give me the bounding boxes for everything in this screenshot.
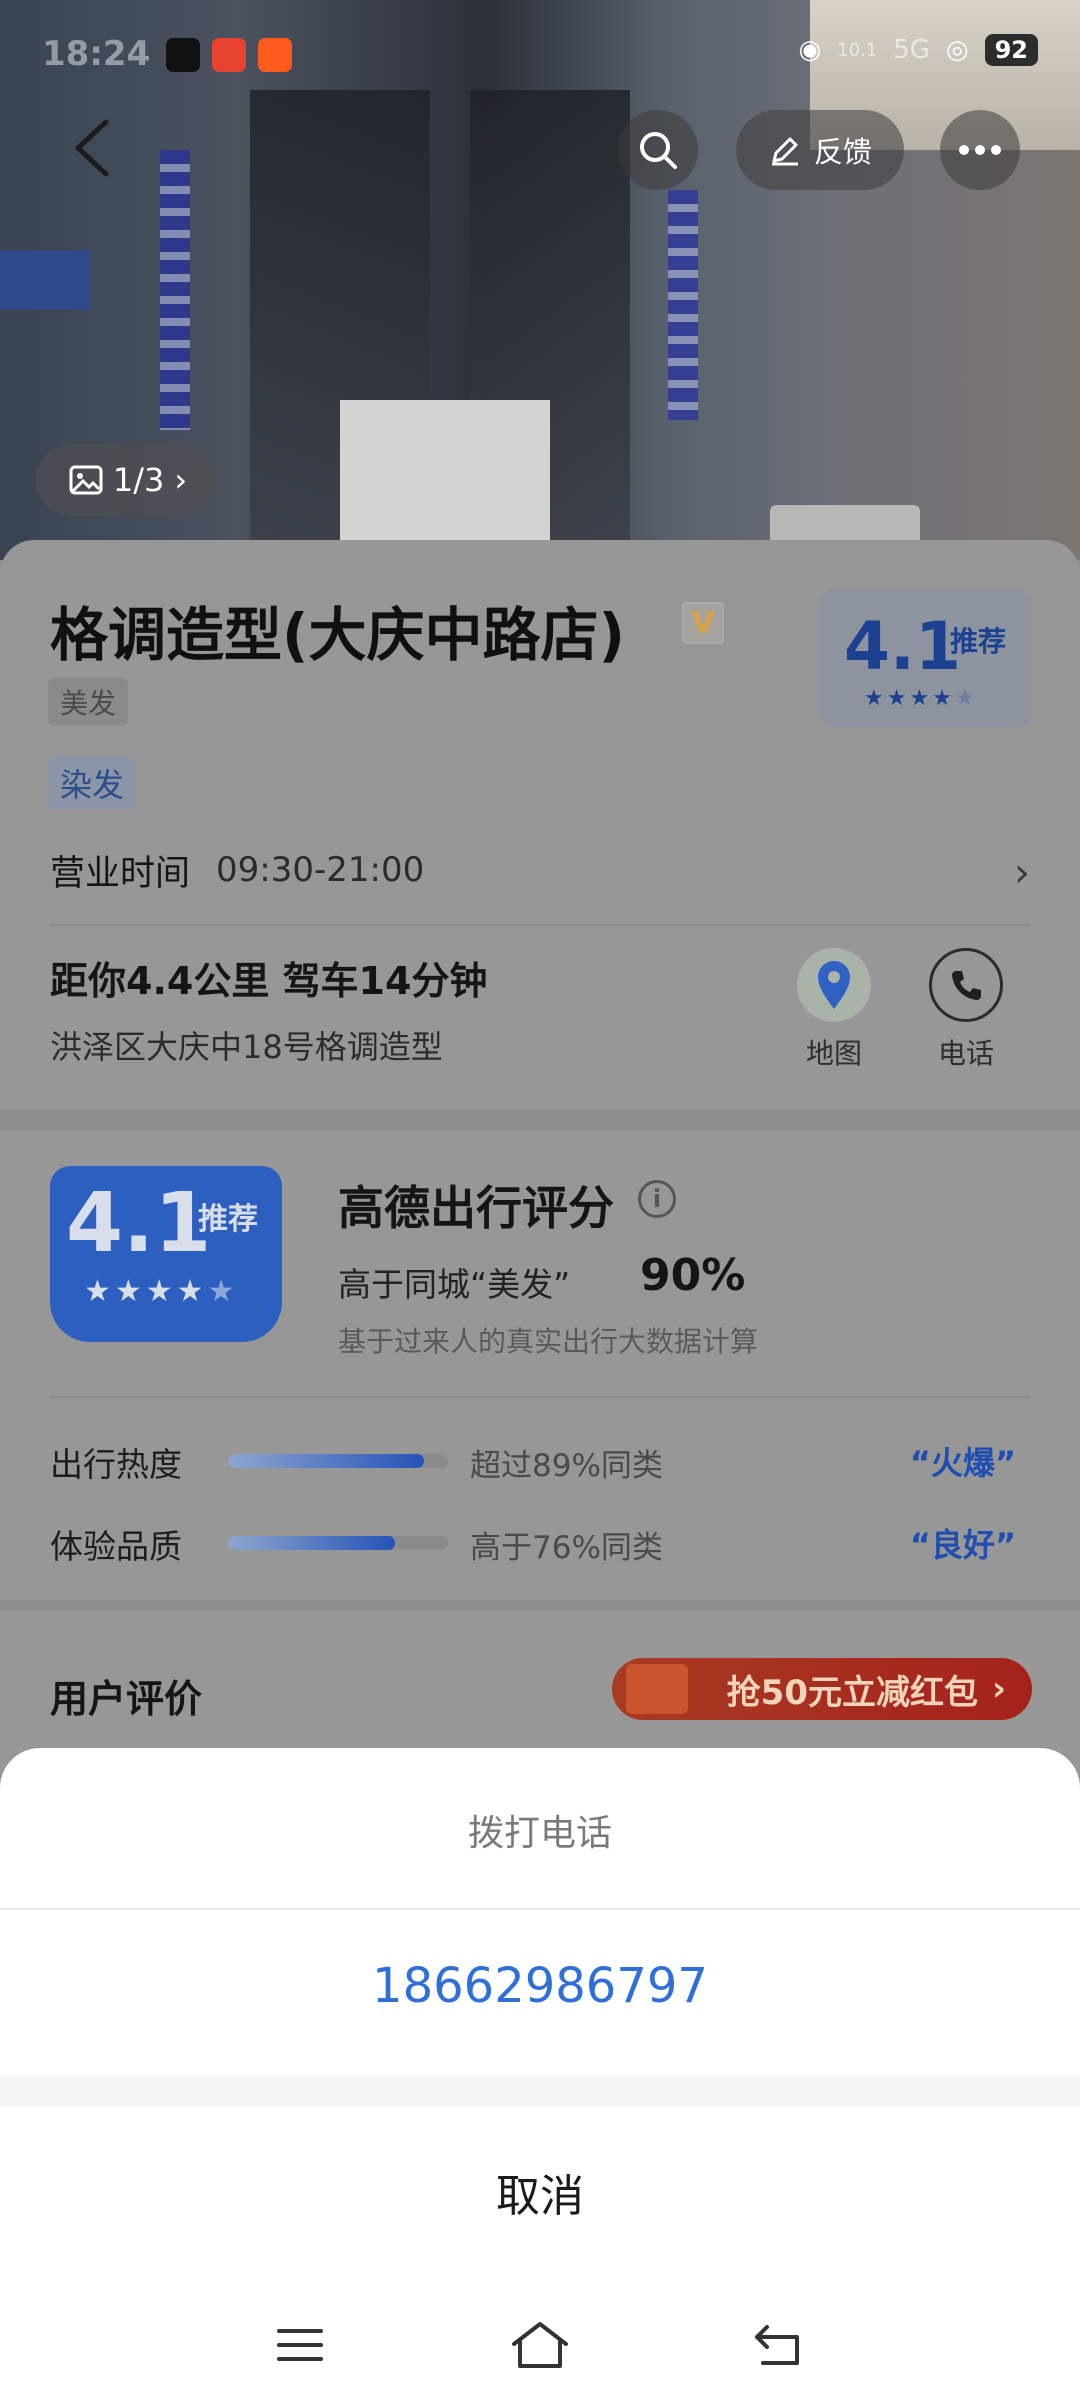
rating-compare-text: 高于同城“美发” — [338, 1265, 571, 1304]
shop-info-card: 格调造型(大庆中路店) V 美发 染发 4.1 推荐 ★★★★★ 营业时间 09… — [0, 540, 1080, 1110]
metric-progress-bar — [228, 1454, 448, 1468]
shop-address[interactable]: 洪泽区大庆中18号格调造型 — [50, 1022, 443, 1068]
home-nav-button[interactable] — [505, 2310, 575, 2380]
chevron-left-icon — [75, 119, 109, 177]
vip-badge-icon: V — [682, 602, 724, 644]
rating-shield-badge: 4.1 推荐 ★★★★★ — [50, 1166, 282, 1342]
phone-button[interactable]: 电话 — [921, 948, 1011, 1072]
search-button[interactable] — [618, 110, 698, 190]
back-nav-button[interactable] — [745, 2310, 815, 2380]
metric-progress-bar — [228, 1536, 448, 1550]
rating-score-label: 推荐 — [198, 1202, 258, 1237]
call-action-sheet: 拨打电话 18662986797 取消 — [0, 1748, 1080, 2400]
more-button[interactable] — [940, 110, 1020, 190]
metric-label: 出行热度 — [50, 1445, 182, 1484]
metric-level: “良好” — [909, 1526, 1016, 1564]
cancel-button[interactable]: 取消 — [0, 2160, 1080, 2224]
network-speed: 10.1 — [837, 39, 878, 61]
battery-indicator: 92 — [984, 34, 1038, 66]
coupon-text: 抢50元立减红包 — [726, 1672, 978, 1713]
sheet-title: 拨打电话 — [467, 1813, 612, 1854]
menu-icon — [277, 2329, 323, 2361]
hours-value: 09:30-21:00 — [216, 850, 425, 890]
shop-score: 4.1 — [844, 608, 961, 685]
hours-label: 营业时间 — [50, 853, 191, 894]
chevron-right-icon: › — [991, 1669, 1006, 1709]
divider — [50, 1396, 1030, 1398]
map-label: 地图 — [805, 1037, 862, 1070]
rating-title: 高德出行评分 — [338, 1181, 614, 1235]
back-button[interactable] — [62, 118, 122, 178]
system-nav-bar — [0, 2300, 1080, 2390]
star-rating-icon: ★★★★★ — [84, 1274, 239, 1309]
metric-text: 高于76%同类 — [470, 1530, 663, 1566]
photo-barber-pole — [160, 150, 190, 430]
star-rating-icon: ★★★★★ — [864, 686, 978, 711]
metric-level: “火爆” — [909, 1444, 1016, 1482]
wifi-icon: ◎ — [945, 35, 969, 65]
rating-compare-pct: 90% — [640, 1250, 746, 1301]
image-icon — [69, 465, 103, 495]
map-pin-icon — [797, 948, 871, 1022]
back-arrow-icon — [755, 2325, 799, 2365]
rating-section: 4.1 推荐 ★★★★★ 高德出行评分 i 高于同城“美发” 90% 基于过来人… — [0, 1130, 1080, 1600]
rating-note: 基于过来人的真实出行大数据计算 — [338, 1325, 759, 1358]
info-icon[interactable]: i — [638, 1180, 676, 1218]
shopping-app-icon — [212, 38, 246, 72]
map-button[interactable]: 地图 — [789, 948, 879, 1072]
photo-barber-pole — [668, 190, 698, 420]
metric-row-heat: 出行热度 超过89%同类 “火爆” — [50, 1432, 1030, 1484]
coupon-banner[interactable]: 抢50元立减红包 › — [612, 1658, 1032, 1720]
taobao-app-icon — [258, 38, 292, 72]
metric-text: 超过89%同类 — [470, 1448, 663, 1484]
chevron-right-icon: › — [1014, 850, 1030, 896]
location-icon: ◉ — [798, 35, 822, 65]
menu-nav-button[interactable] — [265, 2310, 335, 2380]
photo-counter-text: 1/3 — [112, 461, 165, 499]
status-bar: 18:24 ◉ 10.1 5G ◎ 92 — [0, 0, 1080, 105]
divider — [50, 924, 1030, 926]
service-tag[interactable]: 染发 — [48, 756, 137, 810]
status-time: 18:24 — [42, 34, 151, 74]
shop-score-label: 推荐 — [950, 625, 1007, 658]
tiktok-app-icon — [166, 38, 200, 72]
feedback-button[interactable]: 反馈 — [736, 110, 904, 190]
feedback-label: 反馈 — [813, 135, 872, 169]
edit-icon — [771, 137, 798, 166]
metric-row-quality: 体验品质 高于76%同类 “良好” — [50, 1514, 1030, 1566]
status-right: ◉ 10.1 5G ◎ 92 — [798, 34, 1038, 66]
shop-score-box[interactable]: 4.1 推荐 ★★★★★ — [820, 588, 1032, 728]
signal-label: 5G — [893, 35, 930, 65]
reviews-title: 用户评价 — [50, 1677, 203, 1721]
shop-name: 格调造型(大庆中路店) — [50, 601, 626, 669]
phone-number-option[interactable]: 18662986797 — [0, 1958, 1080, 2014]
chevron-right-icon: › — [174, 461, 188, 499]
rating-score: 4.1 — [66, 1176, 212, 1271]
photo-counter-button[interactable]: 1/3 › — [36, 444, 220, 516]
distance-text: 距你4.4公里 驾车14分钟 — [50, 959, 488, 1003]
divider — [0, 1908, 1080, 1910]
photo-counter — [340, 400, 550, 540]
search-icon — [640, 132, 677, 169]
business-hours-row[interactable]: 营业时间 09:30-21:00 › — [50, 840, 1030, 900]
home-icon — [512, 2322, 568, 2368]
phone-icon — [929, 948, 1003, 1022]
photo-sign — [0, 250, 90, 310]
metric-label: 体验品质 — [50, 1527, 182, 1566]
metric-progress-fill — [228, 1454, 424, 1468]
category-tag: 美发 — [48, 678, 129, 726]
sheet-gap — [0, 2076, 1080, 2106]
phone-label: 电话 — [937, 1037, 994, 1070]
more-dots-icon — [959, 145, 1001, 155]
red-envelope-icon — [626, 1664, 688, 1714]
metric-progress-fill — [228, 1536, 396, 1550]
